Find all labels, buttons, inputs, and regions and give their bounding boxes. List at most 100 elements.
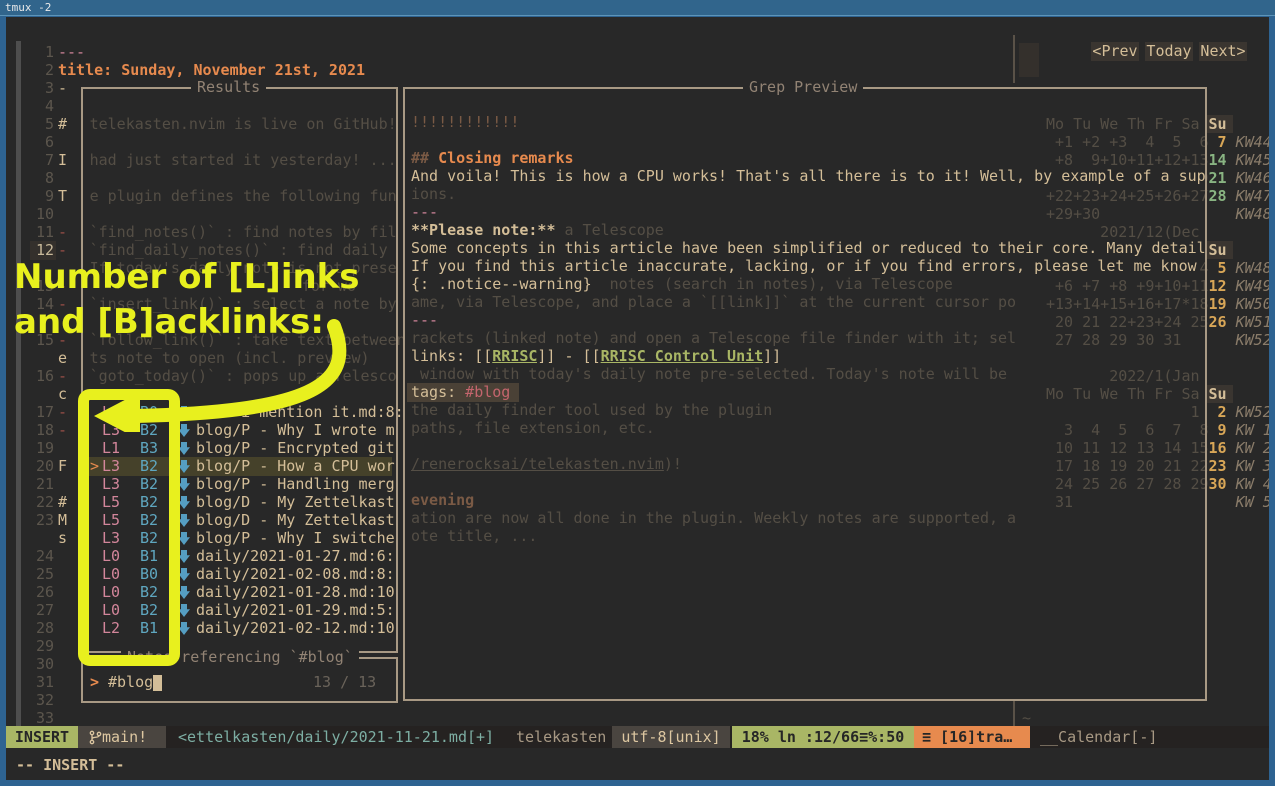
preview-text: ation are now all done in the plugin. We… bbox=[411, 509, 1016, 527]
calendar-sunday-header: Su bbox=[1209, 115, 1227, 133]
calendar-prev-button[interactable]: <Prev bbox=[1091, 42, 1139, 61]
calendar-sunday-day[interactable]: 14 bbox=[1209, 151, 1227, 169]
calendar-week-days[interactable]: 10 11 12 13 14 15 bbox=[1046, 439, 1209, 457]
preview-text: ame, via Telescope, and place a `[[link]… bbox=[411, 293, 1016, 311]
line-number: 26 bbox=[30, 583, 54, 601]
preview-text: ions. bbox=[411, 185, 456, 203]
calendar-sunday-header: Su bbox=[1209, 241, 1227, 259]
line-number: 32 bbox=[30, 691, 54, 709]
calendar-week-number: KW45 bbox=[1236, 151, 1269, 169]
calendar-sunday-day[interactable]: 7 bbox=[1209, 133, 1227, 151]
calendar-week-days[interactable]: 3 4 5 6 7 8 bbox=[1046, 421, 1209, 439]
prompt-input[interactable]: #blog bbox=[108, 673, 153, 691]
line-number: 23 bbox=[30, 511, 54, 529]
line-number: 4 bbox=[30, 97, 54, 115]
preview-text: If you find this article inaccurate, lac… bbox=[411, 257, 1197, 275]
calendar-week-days[interactable]: 1 bbox=[1046, 403, 1200, 421]
calendar-week-number: KW52 bbox=[1236, 403, 1269, 421]
preview-text: RRISC bbox=[492, 347, 537, 365]
calendar-week-number: KW48 bbox=[1236, 205, 1269, 223]
calendar-week-days[interactable]: +6 +7 +8 +9+10+11 bbox=[1046, 277, 1209, 295]
buffer-text: --- bbox=[58, 43, 85, 61]
line-number: 24 bbox=[30, 547, 54, 565]
buffer-text: # bbox=[58, 115, 67, 133]
buffer-text: s bbox=[58, 529, 67, 547]
preview-text: Closing remarks bbox=[438, 149, 573, 167]
grep-preview-title: Grep Preview bbox=[743, 78, 863, 96]
calendar-week-days[interactable]: +1 +2 +3 4 5 6 bbox=[1046, 133, 1209, 151]
calendar-sunday-day[interactable]: 19 bbox=[1209, 295, 1227, 313]
position-segment: 18% ln :12/66≡%:50 bbox=[732, 726, 914, 748]
line-number: 25 bbox=[30, 565, 54, 583]
calendar-week-days[interactable]: 20 21 22+23+24 25 bbox=[1046, 313, 1209, 331]
calendar-window-status: __Calendar[-] bbox=[1030, 726, 1269, 748]
calendar-sunday-header: Su bbox=[1209, 385, 1227, 403]
result-label: blog/D - My Zettelkast bbox=[196, 511, 395, 530]
calendar-week-number: KW46 bbox=[1236, 169, 1269, 187]
preview-text: {: .notice--warning} bbox=[411, 275, 592, 293]
preview-text: --- bbox=[411, 311, 438, 329]
calendar-today-button[interactable]: Today bbox=[1145, 42, 1193, 61]
tmux-title: tmux -2 bbox=[5, 1, 51, 14]
calendar-week-number: KW49 bbox=[1236, 277, 1269, 295]
line-number: 30 bbox=[30, 655, 54, 673]
preview-text: ]] - [[ bbox=[537, 347, 600, 365]
line-number: 2 bbox=[30, 61, 54, 79]
filename[interactable]: <ettelkasten/daily/2021-11-21.md[+] bbox=[170, 726, 506, 748]
buffer-text: e plugin defines the following fun bbox=[90, 187, 397, 205]
buffer-text: T bbox=[58, 187, 67, 205]
calendar-week-days[interactable]: 17 18 19 20 21 22 bbox=[1046, 457, 1209, 475]
neovim-screen: <Prev Today Next> Results Grep Preview N… bbox=[6, 17, 1269, 780]
line-number: 7 bbox=[30, 151, 54, 169]
annotation-line1: Number of [L]inks bbox=[14, 257, 360, 297]
calendar-sunday-day[interactable]: 28 bbox=[1209, 187, 1227, 205]
calendar-sunday-day[interactable]: 21 bbox=[1209, 169, 1227, 187]
result-counter: 13 / 13 bbox=[313, 673, 376, 691]
calendar-week-number: KW44 bbox=[1236, 133, 1269, 151]
calendar-week-days[interactable]: 27 28 29 30 31 bbox=[1046, 331, 1181, 349]
calendar-next-button[interactable]: Next> bbox=[1199, 42, 1247, 61]
preview-text: #blog bbox=[465, 383, 510, 401]
calendar-sunday-day[interactable]: 2 bbox=[1209, 403, 1227, 421]
statusline: INSERT main! <ettelkasten/daily/2021-11-… bbox=[6, 726, 1269, 748]
line-number: 6 bbox=[30, 133, 54, 151]
line-number: 33 bbox=[30, 709, 54, 727]
tab-segment[interactable]: ≡ [16]tra… bbox=[914, 726, 1030, 748]
preview-text: )! bbox=[664, 455, 682, 473]
line-number: 3 bbox=[30, 79, 54, 97]
calendar-week-days[interactable]: 24 25 26 27 28 29 bbox=[1046, 475, 1209, 493]
preview-text: evening bbox=[411, 491, 474, 509]
calendar-day-names: Mo Tu We Th Fr Sa bbox=[1046, 385, 1200, 403]
preview-text: /renerocksai/telekasten.nvim bbox=[411, 455, 664, 473]
buffer-text: - bbox=[58, 223, 67, 241]
calendar-sunday-day[interactable]: 23 bbox=[1209, 457, 1227, 475]
buffer-text: - bbox=[58, 79, 67, 97]
calendar-week-days[interactable]: +13+14+15+16+17*18 bbox=[1046, 295, 1209, 313]
preview-text: links: [[ bbox=[411, 347, 492, 365]
buffer-text: # bbox=[58, 493, 67, 511]
encoding-segment: utf-8[unix] bbox=[612, 726, 730, 748]
line-number: 1 bbox=[30, 43, 54, 61]
calendar-sunday-day[interactable]: 16 bbox=[1209, 439, 1227, 457]
calendar-sunday-day[interactable]: 30 bbox=[1209, 475, 1227, 493]
calendar-week-days[interactable]: 31 bbox=[1046, 493, 1073, 511]
calendar-week-days[interactable]: +29+30 bbox=[1046, 205, 1100, 223]
line-number: 22 bbox=[30, 493, 54, 511]
calendar-week-number: KW48 bbox=[1236, 259, 1269, 277]
results-panel-title: Results bbox=[191, 78, 266, 96]
result-label: daily/2021-01-28.md:10 bbox=[196, 583, 395, 602]
line-number: 29 bbox=[30, 637, 54, 655]
line-number: 16 bbox=[30, 367, 54, 385]
result-label: blog/P - Encrypted git bbox=[196, 439, 395, 458]
calendar-sunday-day[interactable]: 26 bbox=[1209, 313, 1227, 331]
git-branch-icon bbox=[88, 730, 102, 745]
annotation-arrow bbox=[66, 312, 366, 432]
line-number: 19 bbox=[30, 439, 54, 457]
calendar-sunday-day[interactable]: 9 bbox=[1209, 421, 1227, 439]
buffer-text: I bbox=[58, 151, 67, 169]
calendar-week-number: KW 4 bbox=[1236, 475, 1269, 493]
calendar-sunday-day[interactable]: 5 bbox=[1209, 259, 1227, 277]
calendar-sunday-day[interactable]: 12 bbox=[1209, 277, 1227, 295]
calendar-week-days[interactable]: +22+23+24+25+26+27 bbox=[1046, 187, 1209, 205]
plugin-name: telekasten bbox=[510, 726, 610, 748]
